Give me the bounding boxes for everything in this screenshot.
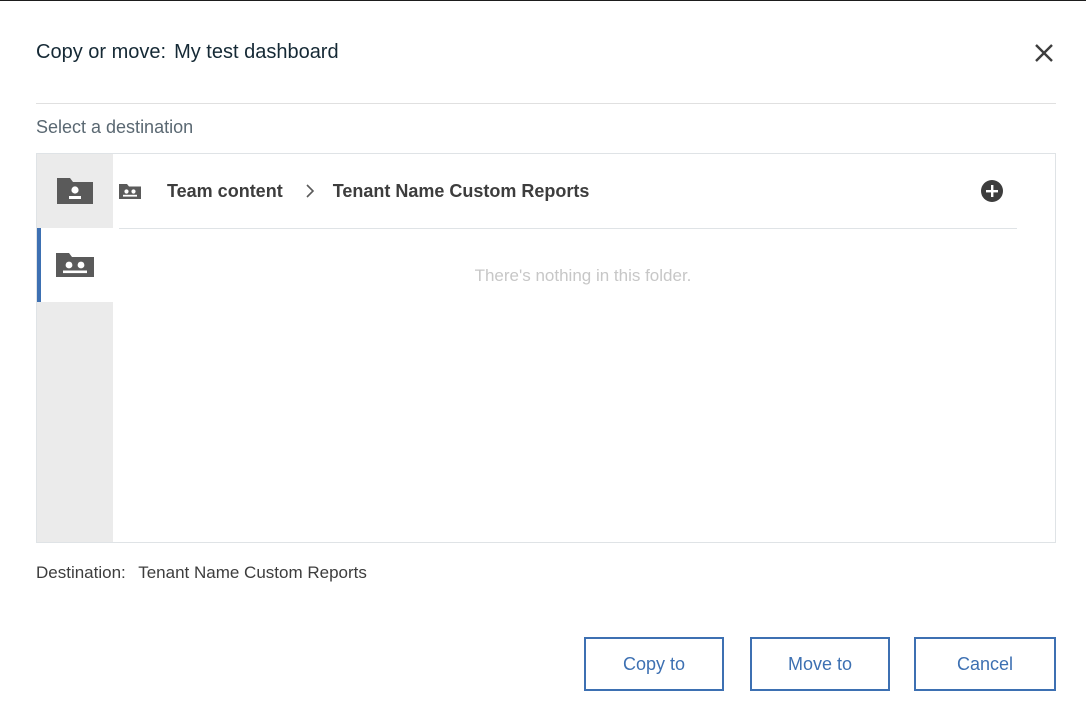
personal-folder-icon	[57, 178, 93, 204]
select-destination-label: Select a destination	[36, 117, 194, 137]
header-divider	[36, 103, 1056, 104]
destination-value: Tenant Name Custom Reports	[138, 563, 367, 582]
add-folder-button[interactable]	[979, 178, 1005, 204]
chevron-right-icon	[305, 183, 315, 199]
dialog-title-prefix: Copy or move:	[36, 40, 167, 63]
close-button[interactable]	[1030, 39, 1058, 67]
folder-browser: Team content Tenant Name Custom Reports …	[36, 153, 1056, 543]
folder-content: Team content Tenant Name Custom Reports …	[113, 154, 1055, 542]
dialog-title: Copy or move: My test dashboard	[36, 37, 339, 67]
sidenav-item-my-content[interactable]	[37, 154, 113, 228]
move-to-button[interactable]: Move to	[750, 637, 890, 691]
breadcrumb: Team content Tenant Name Custom Reports	[119, 154, 1017, 229]
breadcrumb-current-folder: Tenant Name Custom Reports	[332, 180, 590, 201]
cancel-button[interactable]: Cancel	[914, 637, 1056, 691]
empty-folder-message: There's nothing in this folder.	[474, 266, 692, 285]
dialog-title-item: My test dashboard	[174, 40, 339, 63]
close-icon	[1035, 44, 1053, 62]
sidenav-item-team-content[interactable]	[37, 228, 113, 302]
destination-label: Destination:	[36, 563, 126, 582]
breadcrumb-team-content[interactable]: Team content	[167, 181, 283, 202]
team-folder-icon	[119, 183, 141, 199]
team-folder-icon	[56, 253, 94, 277]
folder-sidenav	[37, 154, 113, 542]
copy-move-dialog: Copy or move: My test dashboard Select a…	[0, 0, 1086, 720]
add-circle-icon	[981, 180, 1003, 202]
destination-summary: Destination: Tenant Name Custom Reports	[36, 563, 367, 583]
copy-to-button[interactable]: Copy to	[584, 637, 724, 691]
